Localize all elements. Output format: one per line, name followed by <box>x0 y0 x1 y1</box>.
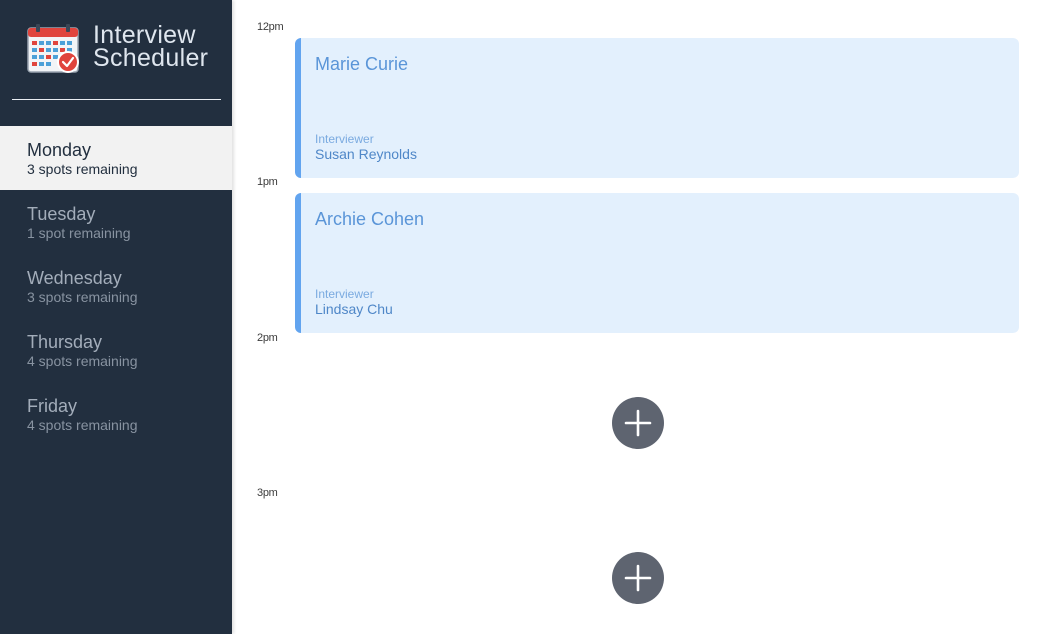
day-name: Thursday <box>27 332 103 352</box>
add-appointment-button[interactable] <box>612 552 664 604</box>
student-name: Archie Cohen <box>315 209 425 229</box>
day-name: Friday <box>27 396 78 416</box>
day-name: Monday <box>27 140 92 160</box>
appointment-slot: 12pm Marie Curie Interviewer Susan Reyno… <box>232 21 1044 184</box>
add-icon <box>624 564 652 592</box>
day-list: Monday 3 spots remaining Tuesday 1 spot … <box>0 126 232 446</box>
day-spots: 3 spots remaining <box>27 161 138 177</box>
sidebar: Interview Scheduler Monday 3 spots remai… <box>0 0 232 634</box>
slot-time: 3pm <box>257 487 278 499</box>
slot-time: 1pm <box>257 176 278 188</box>
interviewer-label: Interviewer <box>315 132 374 146</box>
day-spots: 4 spots remaining <box>27 417 138 433</box>
day-item-friday[interactable]: Friday 4 spots remaining <box>0 382 232 446</box>
add-icon <box>624 409 652 437</box>
interviewer-label: Interviewer <box>315 287 374 301</box>
appointment-card[interactable]: Marie Curie Interviewer Susan Reynolds <box>295 38 1019 178</box>
day-item-wednesday[interactable]: Wednesday 3 spots remaining <box>0 254 232 318</box>
brand: Interview Scheduler <box>27 23 209 74</box>
interviewer-name: Susan Reynolds <box>315 146 417 162</box>
day-spots: 3 spots remaining <box>27 289 138 305</box>
interviewer-name: Lindsay Chu <box>315 301 393 317</box>
slot-time: 2pm <box>257 332 278 344</box>
day-name: Tuesday <box>27 204 96 224</box>
day-name: Wednesday <box>27 268 122 288</box>
day-item-tuesday[interactable]: Tuesday 1 spot remaining <box>0 190 232 254</box>
appointment-slot: 2pm <box>232 332 1044 495</box>
calendar-check-icon <box>27 24 79 73</box>
student-name: Marie Curie <box>315 54 409 74</box>
day-item-thursday[interactable]: Thursday 4 spots remaining <box>0 318 232 382</box>
day-spots: 4 spots remaining <box>27 353 138 369</box>
schedule: 12pm Marie Curie Interviewer Susan Reyno… <box>232 0 1044 634</box>
add-appointment-button[interactable] <box>612 397 664 449</box>
app-title-line2: Scheduler <box>93 44 209 72</box>
day-spots: 1 spot remaining <box>27 225 131 241</box>
appointment-slot: 1pm Archie Cohen Interviewer Lindsay Chu <box>232 176 1044 339</box>
sidebar-divider <box>12 99 221 100</box>
app-title: Interview Scheduler <box>93 23 209 72</box>
slot-time: 12pm <box>257 21 284 33</box>
appointment-slot: 3pm <box>232 487 1044 634</box>
day-item-monday[interactable]: Monday 3 spots remaining <box>0 126 232 190</box>
appointment-card[interactable]: Archie Cohen Interviewer Lindsay Chu <box>295 193 1019 333</box>
